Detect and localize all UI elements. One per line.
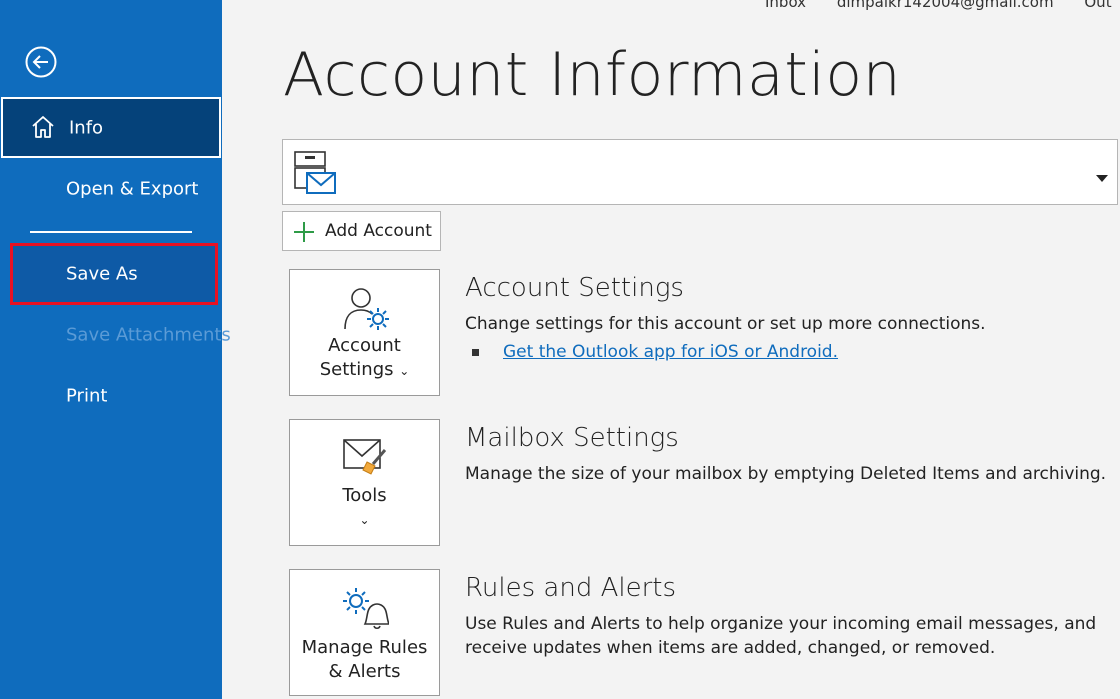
section-description: Change settings for this account or set … xyxy=(465,314,986,334)
tile-label: & Alerts xyxy=(328,661,401,682)
mailbox-account-icon xyxy=(293,150,339,200)
nav-item-label: Open & Export xyxy=(66,178,199,200)
tile-label: Settings xyxy=(319,359,394,380)
account-email: dimpalkr142004@gmail.com xyxy=(836,0,1054,11)
page-title: Account Information xyxy=(283,40,902,110)
add-account-label: Add Account xyxy=(325,221,432,241)
nav-item-label: Info xyxy=(69,117,104,138)
section-title: Account Settings xyxy=(465,273,684,303)
manage-rules-alerts-button[interactable]: Manage Rules & Alerts xyxy=(289,569,440,696)
bullet-icon xyxy=(472,349,479,356)
tile-label: Manage Rules xyxy=(301,637,428,658)
nav-item-print[interactable]: Print xyxy=(0,367,222,425)
back-arrow-icon xyxy=(25,46,57,78)
back-button[interactable] xyxy=(25,46,57,78)
chevron-down-icon: ⌄ xyxy=(399,364,410,378)
sidebar-divider xyxy=(30,231,192,233)
user-gear-icon xyxy=(341,286,389,335)
tile-label: Tools xyxy=(342,485,387,506)
section-title: Mailbox Settings xyxy=(465,423,679,453)
add-account-button[interactable]: Add Account xyxy=(282,211,441,251)
plus-icon xyxy=(293,221,315,248)
section-title: Rules and Alerts xyxy=(465,573,677,603)
chevron-down-icon[interactable] xyxy=(1095,168,1109,187)
chevron-down-icon: ⌄ xyxy=(359,513,370,527)
home-icon xyxy=(30,114,56,145)
section-description: Manage the size of your mailbox by empty… xyxy=(465,464,1107,484)
nav-item-save-attachments: Save Attachments xyxy=(0,306,231,364)
tile-label-dropdown: Settings ⌄ xyxy=(290,358,439,383)
tools-button[interactable]: Tools ⌄ xyxy=(289,419,440,546)
gear-bell-icon xyxy=(341,586,390,635)
nav-item-label: Save As xyxy=(66,263,138,285)
folder-name: Inbox xyxy=(765,0,807,11)
section-description: Use Rules and Alerts to help organize yo… xyxy=(465,614,1097,658)
nav-item-label: Save Attachments xyxy=(66,324,231,346)
account-dropdown[interactable] xyxy=(282,139,1118,205)
app-name: Out xyxy=(1084,0,1112,11)
backstage-sidebar: Info Open & Export Save As Save Attachme… xyxy=(0,0,231,699)
nav-item-info[interactable]: Info xyxy=(1,97,221,158)
mailbox-cleanup-icon xyxy=(341,436,389,481)
tile-label: Account xyxy=(328,335,401,356)
nav-item-label: Print xyxy=(66,385,108,407)
nav-item-open-export[interactable]: Open & Export xyxy=(0,160,222,218)
title-bar-info: Inbox dimpalkr142004@gmail.com Out xyxy=(765,0,1120,11)
account-settings-button[interactable]: Account Settings ⌄ xyxy=(289,269,440,396)
nav-item-save-as[interactable]: Save As xyxy=(10,243,218,305)
outlook-mobile-link[interactable]: Get the Outlook app for iOS or Android. xyxy=(503,342,838,362)
